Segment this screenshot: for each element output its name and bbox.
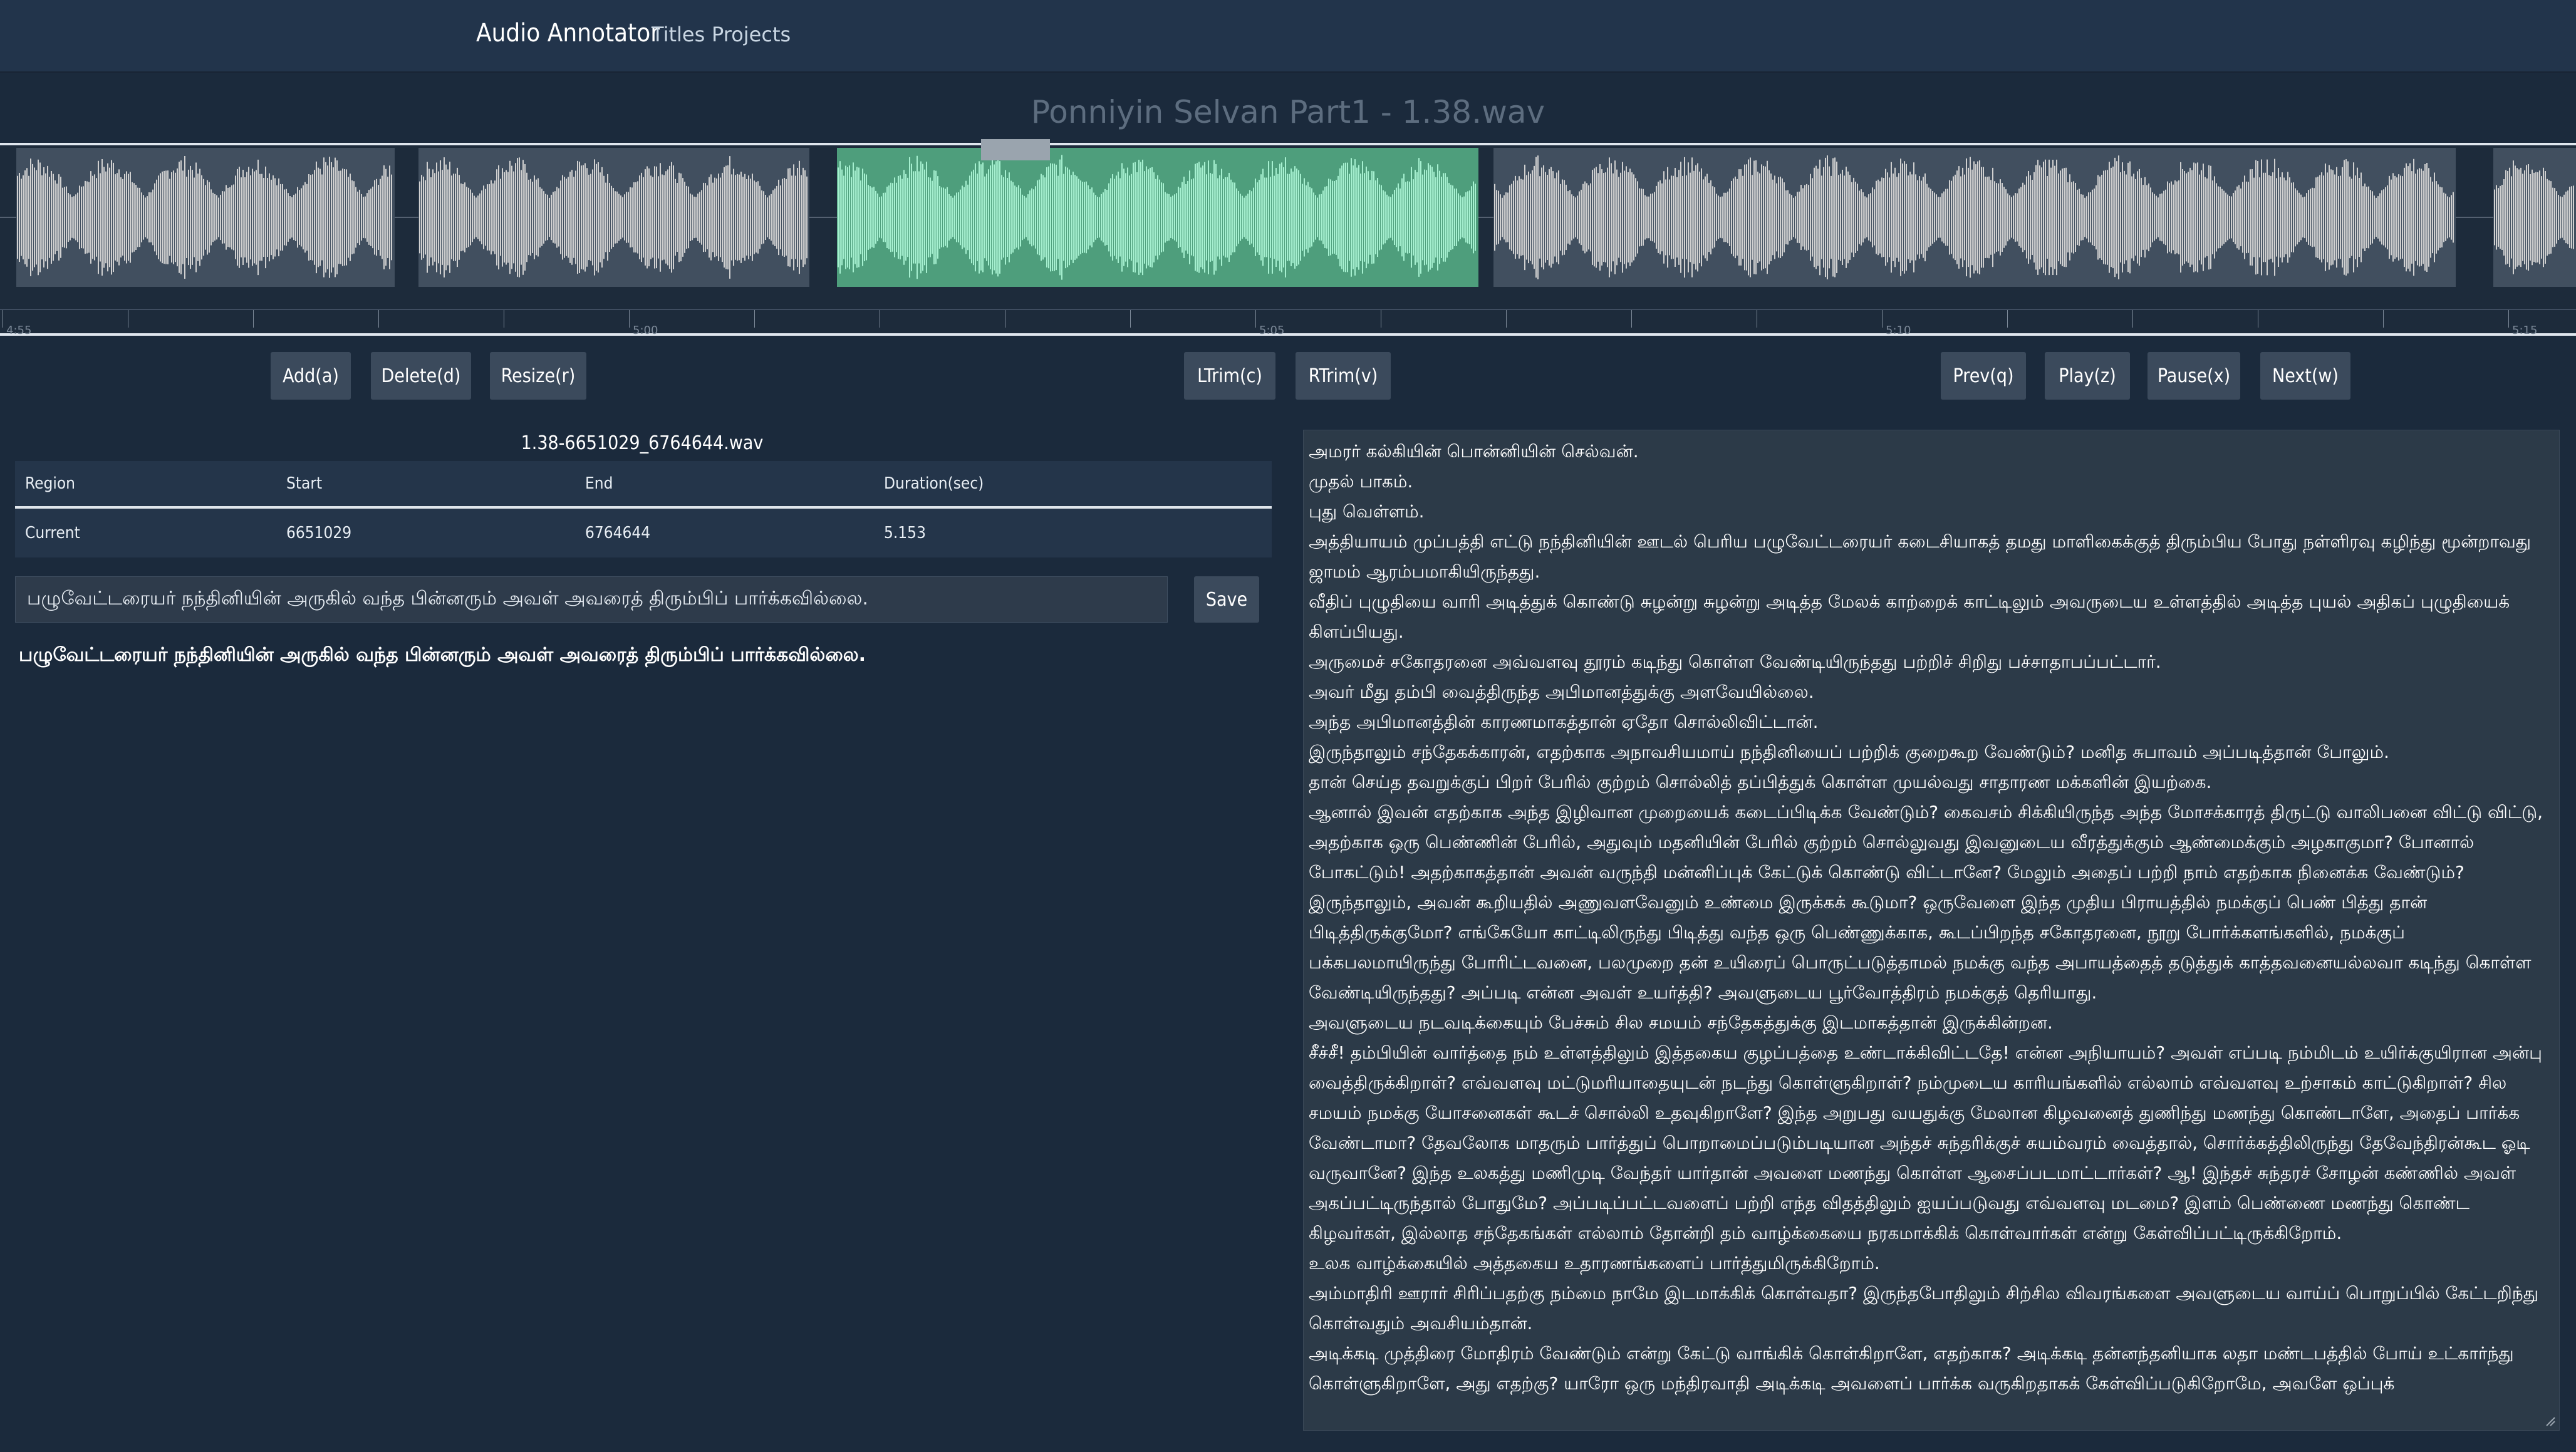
timeline-tick	[1882, 310, 1883, 328]
transcript-line: அம்மாதிரி ஊரார் சிரிப்பதற்கு நம்மை நாமே …	[1309, 1283, 2539, 1334]
rtrim-button[interactable]: RTrim(v)	[1296, 352, 1391, 400]
regions-table: Region Start End Duration(sec) Current 6…	[15, 461, 1272, 557]
timeline-tick	[1506, 310, 1507, 328]
column-header-start: Start	[276, 461, 575, 509]
column-header-duration: Duration(sec)	[874, 461, 1272, 509]
timeline-tick	[2007, 310, 2008, 328]
timeline: 4:55 5:00 5:05 5:10 5:15	[0, 309, 2576, 337]
cell-duration: 5.153	[874, 507, 1272, 557]
file-title: Ponniyin Selvan Part1 - 1.38.wav	[1031, 94, 1545, 130]
timeline-label: 4:55	[6, 324, 32, 337]
timeline-tick	[253, 310, 254, 328]
nav-link-projects[interactable]: Projects	[712, 23, 791, 46]
transcript-line: அருமைச் சகோதரனை அவ்வளவு தூரம் கடிந்து கொ…	[1309, 651, 2161, 672]
transcription-preview: பழுவேட்டரையர் நந்தினியின் அருகில் வந்த ப…	[19, 644, 866, 666]
timeline-tick	[1631, 310, 1632, 328]
delete-region-button[interactable]: Delete(d)	[371, 352, 471, 400]
timeline-tick	[1130, 310, 1131, 328]
waveform[interactable]	[0, 145, 2576, 309]
transcript-line: இருந்தாலும் சந்தேகக்காரன், எதற்காக அநாவச…	[1309, 742, 2389, 762]
prev-button[interactable]: Prev(q)	[1941, 352, 2026, 400]
transcript-line: தான் செய்த தவறுக்குப் பிறர் பேரில் குற்ற…	[1309, 772, 2212, 792]
transcription-input[interactable]: பழுவேட்டரையர் நந்தினியின் அருகில் வந்த ப…	[15, 576, 1168, 623]
next-button[interactable]: Next(w)	[2260, 352, 2350, 400]
transcript-line: அத்தியாயம் முப்பத்தி எட்டு நந்தினியின் ஊ…	[1309, 531, 2532, 582]
navbar: Audio Annotator Titles Projects	[0, 0, 2576, 73]
timeline-label: 5:00	[633, 324, 658, 337]
segment-filename: 1.38-6651029_6764644.wav	[521, 432, 764, 454]
transcript-line: உலக வாழ்க்கையில் அத்தகைய உதாரணங்களைப் பா…	[1309, 1253, 1880, 1273]
resize-grip-icon[interactable]	[2544, 1415, 2555, 1426]
column-header-end: End	[575, 461, 874, 509]
transcript-line: அந்த அபிமானத்தின் காரணமாகத்தான் ஏதோ சொல்…	[1309, 712, 1819, 732]
timeline-tick	[378, 310, 379, 328]
full-transcript[interactable]: அமரர் கல்கியின் பொன்னியின் செல்வன். முதல்…	[1303, 430, 2560, 1431]
timeline-tick	[1255, 310, 1256, 328]
timeline-label: 5:10	[1886, 324, 1911, 337]
add-region-button[interactable]: Add(a)	[271, 352, 351, 400]
play-button[interactable]: Play(z)	[2045, 352, 2130, 400]
timeline-tick	[2383, 310, 2384, 328]
transcript-line: அமரர் கல்கியின் பொன்னியின் செல்வன்.	[1309, 441, 1639, 462]
transcript-line: ஆனால் இவன் எதற்காக அந்த இழிவான முறையைக் …	[1309, 802, 2543, 1003]
table-header-row: Region Start End Duration(sec)	[15, 461, 1272, 509]
transcript-line: அவர் மீது தம்பி வைத்திருந்த அபிமானத்துக்…	[1309, 682, 1814, 702]
waveform-scroll-handle[interactable]	[981, 139, 1050, 160]
waveform-panel[interactable]: 4:55 5:00 5:05 5:10 5:15	[0, 143, 2576, 337]
transcript-line: அடிக்கடி முத்திரை மோதிரம் வேண்டும் என்று…	[1309, 1343, 2514, 1394]
save-button[interactable]: Save	[1194, 576, 1259, 623]
cell-start: 6651029	[276, 507, 575, 557]
transcript-line: அவளுடைய நடவடிக்கையும் பேச்சும் சில சமயம்…	[1309, 1012, 2053, 1033]
timeline-label: 5:15	[2512, 324, 2538, 337]
transcript-line: முதல் பாகம்.	[1309, 471, 1413, 492]
nav-link-titles[interactable]: Titles	[652, 23, 705, 46]
timeline-tick	[754, 310, 755, 328]
app-title[interactable]: Audio Annotator	[476, 19, 660, 48]
column-header-region: Region	[15, 461, 276, 509]
timeline-label: 5:05	[1259, 324, 1285, 337]
resize-region-button[interactable]: Resize(r)	[490, 352, 586, 400]
pause-button[interactable]: Pause(x)	[2148, 352, 2240, 400]
timeline-tick	[629, 310, 630, 328]
ltrim-button[interactable]: LTrim(c)	[1184, 352, 1275, 400]
table-row: Current 6651029 6764644 5.153	[15, 507, 1272, 557]
timeline-tick	[2508, 310, 2509, 328]
transcript-line: வீதிப் புழுதியை வாரி அடித்துக் கொண்டு சு…	[1309, 591, 2510, 642]
transcript-line: புது வெள்ளம்.	[1309, 501, 1425, 522]
cell-region: Current	[15, 507, 276, 557]
timeline-tick	[2132, 310, 2133, 328]
transcript-line: சீச்சீ! தம்பியின் வார்த்தை நம் உள்ளத்தில…	[1309, 1042, 2542, 1243]
cell-end: 6764644	[575, 507, 874, 557]
